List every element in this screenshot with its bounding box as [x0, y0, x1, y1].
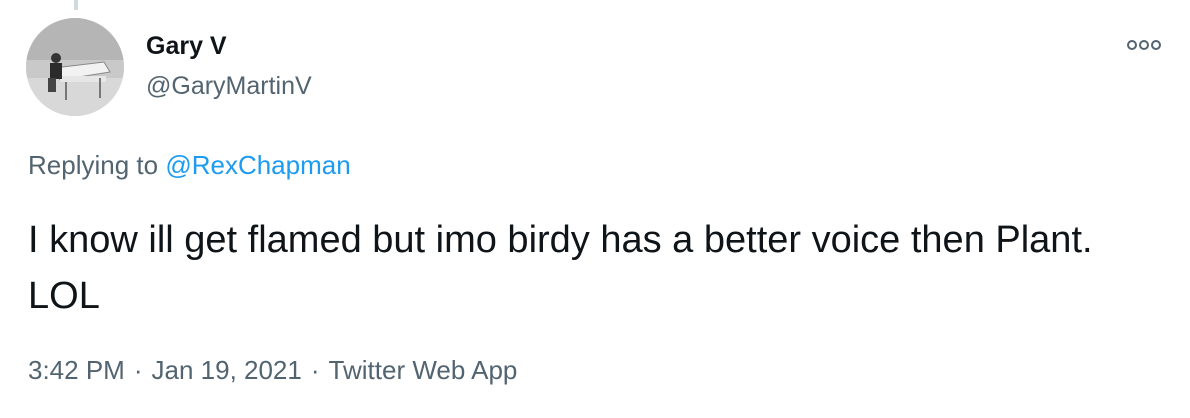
- tweet-time[interactable]: 3:42 PM: [28, 355, 125, 385]
- replying-to: Replying to @RexChapman: [28, 150, 351, 181]
- avatar-piano-image: [26, 18, 124, 116]
- meta-separator: ·: [310, 355, 320, 385]
- author-handle[interactable]: @GaryMartinV: [146, 72, 312, 101]
- author-display-name[interactable]: Gary V: [146, 32, 227, 61]
- thread-connector-line: [74, 0, 78, 10]
- avatar[interactable]: [26, 18, 124, 116]
- tweet-metadata: 3:42 PM · Jan 19, 2021 · Twitter Web App: [28, 355, 517, 386]
- tweet-text: I know ill get flamed but imo birdy has …: [28, 219, 1093, 317]
- replying-to-mention[interactable]: @RexChapman: [165, 150, 350, 180]
- tweet-source[interactable]: Twitter Web App: [329, 355, 518, 385]
- meta-separator: ·: [133, 355, 143, 385]
- replying-to-label: Replying to: [28, 150, 159, 180]
- tweet-date[interactable]: Jan 19, 2021: [152, 355, 302, 385]
- more-options-icon[interactable]: [1122, 34, 1166, 56]
